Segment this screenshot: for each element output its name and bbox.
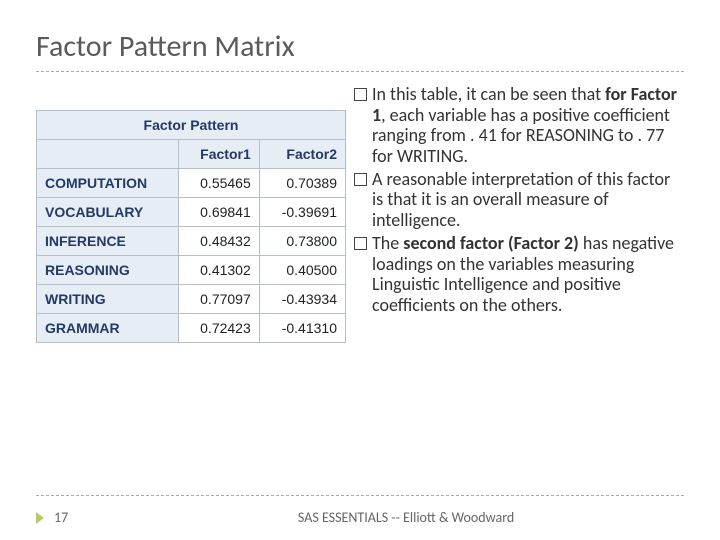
row-label: VOCABULARY [37, 197, 179, 226]
row-label: INFERENCE [37, 226, 179, 255]
row-label: COMPUTATION [37, 168, 179, 197]
row-label: WRITING [37, 284, 179, 313]
cell-value: 0.55465 [179, 168, 260, 197]
cell-value: -0.43934 [259, 284, 345, 313]
bullet-box-icon [354, 173, 367, 186]
bullet-list: In this table, it can be seen that for F… [354, 84, 684, 379]
footer-source: SAS ESSENTIALS -- Elliott & Woodward [128, 509, 684, 526]
cell-value: 0.48432 [179, 226, 260, 255]
col-header-1: Factor1 [179, 139, 260, 168]
bullet-box-icon [354, 237, 367, 250]
cell-value: 0.69841 [179, 197, 260, 226]
row-label: REASONING [37, 255, 179, 284]
cell-value: 0.77097 [179, 284, 260, 313]
table-row: WRITING 0.77097 -0.43934 [37, 284, 346, 313]
table-row: VOCABULARY 0.69841 -0.39691 [37, 197, 346, 226]
page-number: 17 [54, 509, 68, 526]
row-label: GRAMMAR [37, 313, 179, 342]
footer: 17 SAS ESSENTIALS -- Elliott & Woodward [36, 509, 684, 526]
table-row: COMPUTATION 0.55465 0.70389 [37, 168, 346, 197]
cell-value: 0.73800 [259, 226, 345, 255]
bullet-item: A reasonable interpretation of this fact… [354, 169, 684, 231]
bullet-text: In this table, it can be seen that for F… [372, 84, 684, 167]
title-divider [36, 71, 684, 72]
cell-value: 0.72423 [179, 313, 260, 342]
cell-value: 0.40500 [259, 255, 345, 284]
table-corner [37, 139, 179, 168]
table-title: Factor Pattern [37, 110, 346, 139]
cell-value: -0.41310 [259, 313, 345, 342]
table-row: GRAMMAR 0.72423 -0.41310 [37, 313, 346, 342]
cell-value: -0.39691 [259, 197, 345, 226]
factor-pattern-table: Factor Pattern Factor1 Factor2 COMPUTATI… [36, 104, 346, 343]
table-row: INFERENCE 0.48432 0.73800 [37, 226, 346, 255]
col-header-2: Factor2 [259, 139, 345, 168]
table-container: Factor Pattern Factor1 Factor2 COMPUTATI… [36, 84, 346, 379]
bullet-text: A reasonable interpretation of this fact… [372, 169, 684, 231]
footer-divider [36, 495, 684, 496]
cell-value: 0.41302 [179, 255, 260, 284]
bullet-item: In this table, it can be seen that for F… [354, 84, 684, 167]
footer-marker-icon [36, 512, 44, 524]
cell-value: 0.70389 [259, 168, 345, 197]
content-area: Factor Pattern Factor1 Factor2 COMPUTATI… [36, 84, 684, 379]
bullet-box-icon [354, 88, 367, 101]
slide-title: Factor Pattern Matrix [36, 28, 684, 65]
bullet-item: The second factor (Factor 2) has negativ… [354, 233, 684, 316]
table-row: REASONING 0.41302 0.40500 [37, 255, 346, 284]
bullet-text: The second factor (Factor 2) has negativ… [372, 233, 684, 316]
